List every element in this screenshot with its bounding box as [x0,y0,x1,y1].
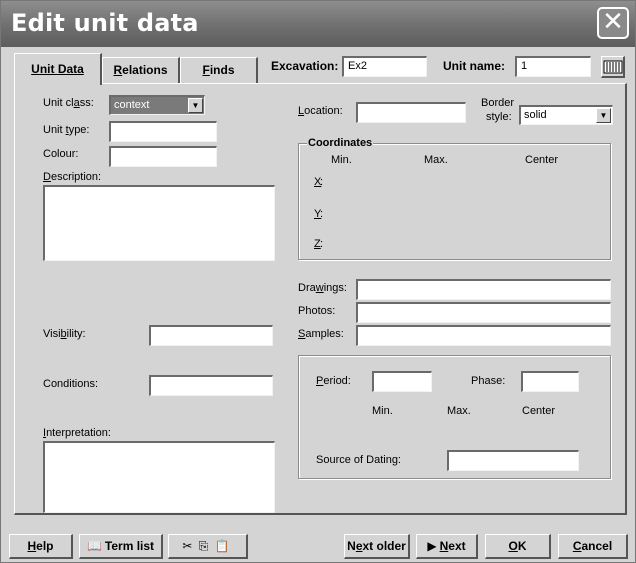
samples-field[interactable] [356,325,611,346]
next-older-button[interactable]: Next older [344,534,410,559]
dating-min-header: Min. [372,405,393,417]
interpretation-textarea[interactable] [43,441,275,513]
tab-relations[interactable]: Relations [102,57,180,83]
next-button[interactable]: ▶ Next [416,534,478,559]
keyboard-button[interactable] [601,56,625,78]
phase-field[interactable] [521,371,579,392]
excavation-label: Excavation: [271,59,339,73]
border-style-label-2: style: [486,111,512,123]
visibility-field[interactable] [149,325,273,346]
dating-max-header: Max. [447,405,471,417]
border-style-label-1: Border [481,97,515,109]
coord-center-header: Center [525,154,559,166]
book-icon: 📖 [86,539,102,553]
dating-center-header: Center [522,405,556,417]
source-of-dating-label: Source of Dating: [316,454,401,466]
drawings-field[interactable] [356,279,611,300]
coord-y-colon: : [320,208,324,220]
tab-unit-data[interactable]: Unit Data [14,53,102,85]
coordinates-title: Coordinates [307,137,374,149]
coord-z-colon: : [320,238,324,250]
colour-label: Colour: [43,148,79,160]
colour-field[interactable] [109,146,217,167]
term-list-button[interactable]: 📖 Term list [79,534,163,559]
clipboard-toolbar: ✂ ⎘ 📋 [168,534,248,559]
photos-field[interactable] [356,302,611,323]
period-field[interactable] [372,371,432,392]
location-label: Location: [298,105,343,117]
unit-type-field[interactable] [109,121,217,142]
phase-label: Phase: [471,375,506,387]
samples-label: Samples: [298,328,344,340]
border-style-select[interactable]: solid ▼ [519,105,613,125]
play-icon: ▶ [427,539,437,553]
conditions-label: Conditions: [43,378,99,390]
ok-button[interactable]: OK [485,534,551,559]
description-textarea[interactable] [43,185,275,261]
period-label: Period: [316,375,351,387]
unit-class-select[interactable]: context ▼ [109,95,205,115]
chevron-down-icon[interactable]: ▼ [596,108,611,123]
unit-class-label: Unit class: [43,97,94,109]
cut-icon[interactable]: ✂ [182,535,192,557]
title-bar[interactable]: Edit unit data ✕ [1,1,635,47]
unit-name-label: Unit name: [443,59,506,73]
location-field[interactable] [356,102,466,123]
unit-name-field[interactable]: 1 [515,56,591,77]
edit-unit-data-dialog: Edit unit data ✕ Unit Data Relations Fin… [0,0,636,563]
coord-min-header: Min. [331,154,352,166]
copy-icon[interactable]: ⎘ [199,535,209,557]
cancel-button[interactable]: Cancel [558,534,628,559]
paste-icon[interactable]: 📋 [215,535,230,557]
description-label: Description: [43,171,102,183]
window-title: Edit unit data [11,9,199,37]
drawings-label: Drawings: [298,282,347,294]
tab-finds[interactable]: Finds [180,57,258,83]
help-button[interactable]: Help [9,534,73,559]
source-of-dating-field[interactable] [447,450,579,471]
keyboard-icon [603,60,623,74]
close-button[interactable]: ✕ [597,7,629,39]
coord-max-header: Max. [424,154,448,166]
conditions-field[interactable] [149,375,273,396]
excavation-field[interactable]: Ex2 [342,56,427,77]
chevron-down-icon[interactable]: ▼ [188,98,203,113]
coord-x-colon: : [320,176,324,188]
interpretation-label: Interpretation: [43,427,111,439]
visibility-label: Visibility: [43,328,86,340]
unit-type-label: Unit type: [43,124,90,136]
photos-label: Photos: [298,305,336,317]
